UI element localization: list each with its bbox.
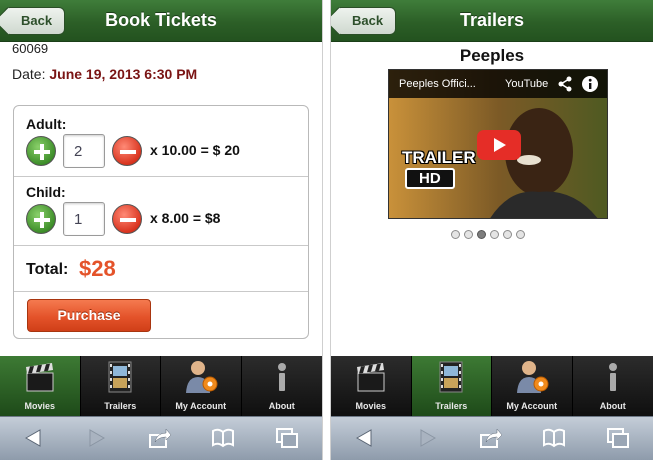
tab-label: Movies [24,401,55,411]
play-icon [494,138,506,152]
total-label: Total: [26,261,69,278]
tab-label: About [268,401,295,411]
film-strip-icon [108,361,132,393]
tab-label: About [599,401,626,411]
info-icon [277,363,286,391]
page-title: Trailers [459,10,525,30]
page-title: Book Tickets [105,10,217,30]
tab-movies[interactable]: Movies [0,356,81,416]
tab-about[interactable]: About [242,356,323,416]
plus-icon [34,144,50,160]
row-divider [14,245,308,246]
child-label: Child: [26,184,66,200]
ticket-card: Adult: x 10.00 = $ 20 Child: x 8.00 = $8… [13,105,309,339]
trailers-screen: Back Trailers Peeples Peeples Offici... … [331,0,653,460]
hd-badge: HD [405,168,455,189]
tab-my-account[interactable]: My Account [161,356,242,416]
tab-label: Trailers [104,401,137,411]
screen-divider [322,0,331,460]
adult-quantity-input[interactable] [63,134,105,168]
back-arrow-icon[interactable] [353,427,377,449]
film-strip-icon [439,361,463,393]
tab-trailers[interactable]: Trailers [81,356,161,416]
row-divider [14,291,308,292]
info-icon [608,363,617,391]
book-tickets-screen: Back Book Tickets 60069 Date: June 19, 2… [0,0,322,460]
clapperboard-icon [25,363,54,392]
tab-label: Trailers [435,401,468,411]
plus-icon [34,212,50,228]
video-source: YouTube [505,78,549,90]
purchase-button[interactable]: Purchase [27,299,151,332]
play-button[interactable] [477,130,521,160]
tab-my-account[interactable]: My Account [492,356,573,416]
child-decrement-button[interactable] [112,204,142,234]
tabs-icon[interactable] [606,427,630,449]
share-icon[interactable] [479,427,503,449]
page-dot-active[interactable] [477,230,486,239]
forward-arrow-icon[interactable] [415,427,439,449]
video-title: Peeples Offici... [399,78,476,90]
adult-decrement-button[interactable] [112,136,142,166]
zip-code: 60069 [12,41,49,56]
page-indicator[interactable] [451,230,525,239]
adult-label: Adult: [26,116,67,132]
movie-title: Peeples [459,46,525,65]
page-dot[interactable] [490,230,499,239]
share-icon[interactable] [557,76,573,92]
tab-movies[interactable]: Movies [331,356,412,416]
child-price-calc: x 8.00 = $8 [150,210,221,226]
page-dot[interactable] [516,230,525,239]
clapperboard-icon [356,363,385,392]
user-gear-icon [516,361,549,393]
tab-label: My Account [175,401,227,411]
browser-toolbar [0,416,322,460]
adult-increment-button[interactable] [26,136,56,166]
bookmarks-icon[interactable] [542,427,566,449]
date-label: Date: [12,66,46,82]
date-value: June 19, 2013 6:30 PM [49,66,198,82]
page-dot[interactable] [503,230,512,239]
bookmarks-icon[interactable] [211,427,235,449]
child-increment-button[interactable] [26,204,56,234]
tab-about[interactable]: About [573,356,653,416]
minus-icon [120,150,136,154]
share-icon[interactable] [148,427,172,449]
trailer-overlay-text: TRAILER [402,148,476,167]
video-title-bar: Peeples Offici... YouTube [389,70,607,98]
video-player[interactable]: Peeples Offici... YouTube TRAILER HD [388,69,608,219]
show-date: Date: June 19, 2013 6:30 PM [12,66,197,82]
child-quantity-input[interactable] [63,202,105,236]
tab-bar: Movies Trailers My Account About [0,356,322,416]
tab-trailers[interactable]: Trailers [411,356,492,416]
nav-bar: Back Book Tickets [0,0,322,42]
browser-toolbar [331,416,653,460]
user-gear-icon [185,361,218,393]
minus-icon [120,218,136,222]
tabs-icon[interactable] [275,427,299,449]
row-divider [14,176,308,177]
page-dot[interactable] [451,230,460,239]
adult-price-calc: x 10.00 = $ 20 [150,142,240,158]
forward-arrow-icon[interactable] [84,427,108,449]
total-value: $28 [79,256,116,281]
tab-label: My Account [506,401,558,411]
tab-bar: Movies Trailers My Account About [331,356,653,416]
page-dot[interactable] [464,230,473,239]
info-icon[interactable] [581,75,599,93]
tab-label: Movies [355,401,386,411]
nav-bar: Back Trailers [331,0,653,42]
back-arrow-icon[interactable] [22,427,46,449]
